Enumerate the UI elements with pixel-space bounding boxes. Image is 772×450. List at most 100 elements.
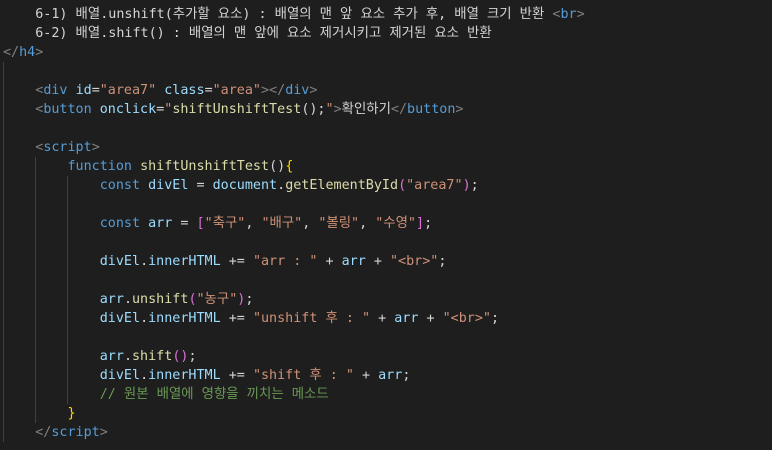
code-token: "<br>" — [442, 311, 491, 326]
code-token: . — [277, 178, 286, 193]
code-line: </script> — [3, 423, 108, 442]
code-token: "배구" — [261, 216, 303, 231]
code-token: 확인하기 — [341, 102, 391, 117]
code-token: document — [212, 178, 278, 193]
code-token: onclick — [99, 102, 157, 117]
code-token: shiftUnshiftTest — [172, 102, 302, 117]
code-token: "arr : " — [252, 254, 318, 269]
code-token: > — [35, 45, 44, 60]
code-line: function shiftUnshiftTest(){ — [3, 157, 294, 176]
code-token: </ — [35, 425, 52, 440]
code-token: "볼링" — [318, 216, 360, 231]
code-line: 6-1) 배열.unshift(추가할 요소) : 배열의 맨 앞 요소 추가 … — [3, 5, 585, 24]
code-token: . — [140, 311, 149, 326]
code-token: ; — [188, 349, 197, 364]
code-token: "<br>" — [390, 254, 439, 269]
code-token: [ — [196, 216, 205, 231]
code-token: </ — [390, 102, 408, 117]
code-token: br — [560, 7, 577, 22]
code-token: , — [245, 216, 262, 231]
code-line: // 원본 배열에 영향을 끼치는 메소드 — [3, 385, 329, 404]
code-line: </h4> — [3, 43, 43, 62]
code-token: arr — [99, 349, 124, 364]
code-token: ></ — [261, 83, 286, 98]
code-token: arr — [99, 292, 124, 307]
code-token: ; — [491, 311, 500, 326]
code-token: , — [302, 216, 319, 231]
code-token: > — [455, 102, 464, 117]
code-token: arr — [378, 368, 403, 383]
code-token: () — [269, 159, 286, 174]
code-token: function — [67, 159, 133, 174]
code-token: . — [140, 368, 149, 383]
code-token: += — [220, 368, 253, 383]
code-token: + — [353, 368, 379, 383]
code-token: += — [220, 311, 253, 326]
code-token: class — [164, 83, 205, 98]
code-token: } — [67, 406, 76, 421]
code-token: "area" — [212, 83, 261, 98]
code-token: id — [75, 83, 92, 98]
code-token: divEl — [99, 254, 141, 269]
code-token: divEl — [148, 178, 189, 193]
code-token: . — [123, 349, 132, 364]
code-token: = — [204, 83, 213, 98]
code-token: innerHTML — [148, 311, 221, 326]
code-token: (); — [301, 102, 326, 117]
code-token: ( — [398, 178, 407, 193]
code-token: </ — [3, 45, 20, 60]
code-token: shiftUnshiftTest — [140, 159, 270, 174]
code-token: // 원본 배열에 영향을 끼치는 메소드 — [99, 387, 329, 402]
code-token: 6-2) 배열.shift() : 배열의 맨 앞에 요소 제거시키고 제거된 … — [3, 26, 492, 41]
code-token: + — [370, 311, 395, 326]
code-token: > — [91, 140, 100, 155]
code-token: ; — [438, 254, 447, 269]
code-token: "area7" — [99, 83, 157, 98]
code-token: getElementById — [285, 178, 399, 193]
code-token: "area7" — [406, 178, 463, 193]
code-token: arr — [148, 216, 173, 231]
code-token: { — [285, 159, 294, 174]
code-line: } — [3, 404, 76, 423]
code-line: divEl.innerHTML += "unshift 후 : " + arr … — [3, 309, 499, 328]
code-token: > — [576, 7, 585, 22]
code-token: " — [325, 102, 334, 117]
code-token: "수영" — [375, 216, 416, 231]
code-token: = — [91, 83, 100, 98]
code-token: innerHTML — [148, 254, 221, 269]
code-token: . — [123, 292, 132, 307]
code-token: "shift 후 : " — [252, 368, 354, 383]
code-token: . — [140, 254, 149, 269]
code-token: + — [418, 311, 443, 326]
code-line: <script> — [3, 138, 100, 157]
code-token: = — [188, 178, 213, 193]
code-token: button — [407, 102, 456, 117]
code-line: divEl.innerHTML += "arr : " + arr + "<br… — [3, 252, 447, 271]
code-editor[interactable]: 6-1) 배열.unshift(추가할 요소) : 배열의 맨 앞 요소 추가 … — [0, 0, 772, 450]
code-token: button — [43, 102, 92, 117]
code-token: ; — [424, 216, 433, 231]
code-token: const — [99, 178, 141, 193]
code-token: unshift — [132, 292, 189, 307]
code-token: script — [43, 140, 92, 155]
code-token: ; — [245, 292, 254, 307]
code-token: h4 — [19, 45, 36, 60]
code-line: divEl.innerHTML += "shift 후 : " + arr; — [3, 366, 411, 385]
code-token: "unshift 후 : " — [252, 311, 371, 326]
code-token: , — [359, 216, 376, 231]
code-line: arr.unshift("농구"); — [3, 290, 254, 309]
